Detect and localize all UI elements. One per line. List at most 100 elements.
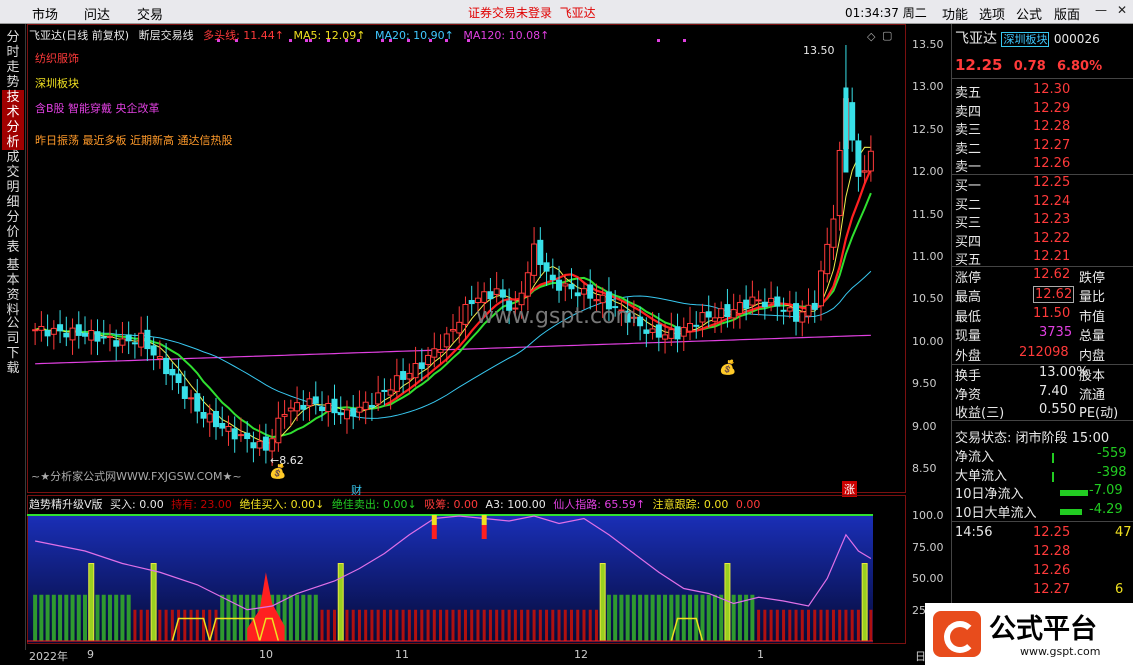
- y-tick: 11.00: [912, 250, 944, 263]
- hold-bar: [838, 609, 842, 641]
- candle-body: [368, 404, 375, 408]
- moneybag-icon[interactable]: 💰: [719, 360, 736, 376]
- menu-formula[interactable]: 公式: [1016, 4, 1042, 23]
- price-pct: 6.80%: [1057, 59, 1103, 74]
- tab-technical[interactable]: 技术分析: [2, 90, 24, 150]
- candle-body: [269, 438, 276, 452]
- hold-bar: [370, 609, 374, 641]
- top-menu-bar: 市场 问达 交易 证券交易未登录 飞亚达 01:34:37 周二 功能 选项 公…: [0, 0, 1133, 24]
- stock-title[interactable]: 飞亚达(日线 前复权): [29, 29, 129, 42]
- phase-bar: [656, 594, 661, 641]
- stat2-value: 0.550: [1039, 402, 1077, 418]
- diamond-icon[interactable]: ◇: [867, 30, 875, 43]
- y-tick: 10.50: [912, 292, 944, 305]
- hold-bar: [382, 609, 386, 641]
- phase-bar: [650, 594, 655, 641]
- hold-bar: [414, 609, 418, 641]
- phase-bar: [744, 594, 749, 641]
- menu-function[interactable]: 功能: [942, 4, 968, 23]
- candle-body: [450, 329, 456, 332]
- candle-body: [768, 297, 775, 304]
- stat-label2: 量比: [1079, 290, 1106, 306]
- tab-intraday[interactable]: 分时走势: [2, 30, 24, 90]
- candle-body: [32, 329, 39, 332]
- phase-bar: [301, 594, 306, 641]
- menu-options[interactable]: 选项: [979, 4, 1005, 23]
- tab-events[interactable]: 公司下载: [2, 316, 24, 376]
- flow-bar: [1060, 490, 1088, 497]
- y-tick: 11.50: [912, 208, 944, 221]
- hold-bar: [332, 609, 336, 641]
- candle-body: [786, 307, 793, 312]
- scroll-square-icon[interactable]: ▢: [882, 29, 892, 42]
- stat2-label: 净资: [955, 387, 982, 403]
- candle-body: [518, 292, 525, 306]
- phase-bar: [39, 594, 44, 641]
- phase-bar: [663, 594, 668, 641]
- indicator-title[interactable]: 趋势精升级V版: [29, 498, 103, 511]
- stock-name: 飞亚达: [955, 31, 997, 47]
- board-badge[interactable]: 深圳板块: [1001, 32, 1050, 47]
- hold-bar: [819, 609, 823, 641]
- price-change: 0.78: [1013, 59, 1046, 74]
- tab-price-table[interactable]: 分价表: [2, 210, 24, 255]
- buy-label: 买一: [955, 179, 982, 194]
- moneybag-icon-low[interactable]: 💰: [269, 464, 286, 480]
- candle-body: [331, 398, 338, 414]
- kline-chart[interactable]: 飞亚达(日线 前复权) 断层交易线 多头线: 11.44↑ MA5: 12.09…: [27, 24, 907, 497]
- candle-body: [200, 412, 207, 419]
- phase-bar: [613, 594, 618, 641]
- logo-icon: [933, 611, 981, 657]
- indicator-panel[interactable]: 趋势精升级V版 买入: 0.00 持有: 23.00 绝佳买入: 0.00↓ 绝…: [27, 495, 907, 645]
- phase-bar: [114, 594, 119, 641]
- tail-value: 0.00: [735, 498, 761, 511]
- flow-label: 10日大单流入: [955, 505, 1037, 521]
- close-icon[interactable]: ✕: [1117, 3, 1127, 17]
- menu-layout[interactable]: 版面: [1054, 4, 1080, 23]
- hold-bar: [800, 609, 804, 641]
- hold-bar: [844, 609, 848, 641]
- board-tag: 深圳板块: [35, 77, 79, 90]
- indicator-name[interactable]: 断层交易线: [139, 29, 194, 42]
- candle-body: [244, 432, 251, 440]
- candle-body: [724, 304, 731, 318]
- tick-vol: 47: [1115, 525, 1132, 540]
- sell-price: 12.30: [1033, 82, 1071, 97]
- phase-bar: [606, 594, 611, 641]
- menu-market[interactable]: 市场: [32, 4, 58, 23]
- signal-spike: [150, 563, 157, 642]
- flow-bar: [1052, 471, 1054, 482]
- candle-body: [730, 309, 737, 319]
- sell-price: 12.28: [1033, 119, 1071, 135]
- clock: 01:34:37 周二: [845, 6, 927, 20]
- stat2-label2: 股本: [1079, 369, 1106, 384]
- phase-bar: [58, 594, 63, 641]
- candle-body: [481, 291, 488, 303]
- tab-trades[interactable]: 成交明细: [2, 150, 24, 210]
- concept-tag: 含B股 智能穿戴 央企改革: [35, 102, 160, 115]
- y-tick: 13.00: [912, 80, 944, 93]
- menu-trade[interactable]: 交易: [137, 4, 163, 23]
- hold-bar: [445, 609, 449, 641]
- candle-body: [212, 410, 219, 428]
- candle-body: [662, 334, 669, 340]
- candle-body: [82, 332, 89, 337]
- stat-label: 涨停: [955, 271, 982, 286]
- candle-body: [300, 404, 307, 410]
- sell-label: 卖五: [955, 86, 982, 101]
- menu-wenda[interactable]: 问达: [84, 4, 110, 23]
- logo-title: 公式平台: [989, 614, 1097, 645]
- buy-label: 买二: [955, 197, 982, 213]
- tab-profile[interactable]: 基本资料: [2, 258, 24, 318]
- x-tick: 9: [87, 648, 94, 661]
- hold-bar: [513, 609, 517, 641]
- candle-body: [705, 311, 712, 318]
- hold-bar: [825, 609, 829, 641]
- ma20-value: MA20: 10.90↑: [374, 29, 454, 42]
- candle-body: [855, 140, 862, 177]
- immortal-value: 仙人指路: 65.59↑: [553, 498, 646, 511]
- watermark-text: ~★分析家公式网WWW.FXJGSW.COM★~: [31, 470, 242, 483]
- candle-body: [499, 289, 506, 298]
- minimize-icon[interactable]: —: [1095, 3, 1107, 17]
- login-notice[interactable]: 证券交易未登录 飞亚达: [468, 4, 596, 21]
